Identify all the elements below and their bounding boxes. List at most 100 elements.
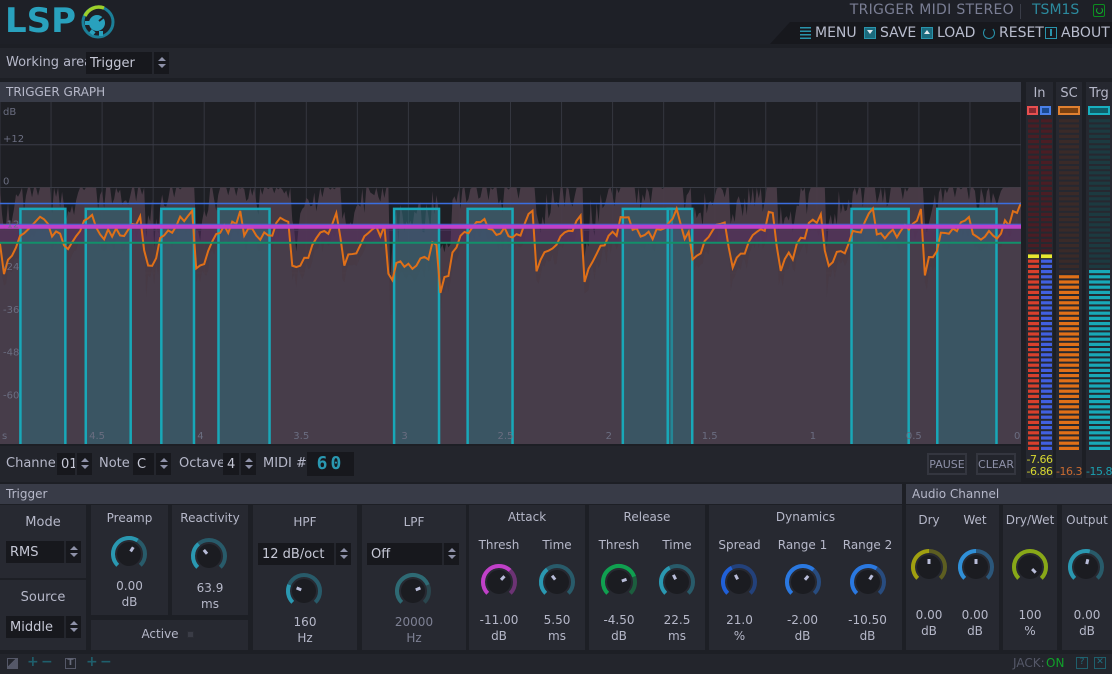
channel-select[interactable]: 01 (57, 453, 92, 475)
meter-segment (1089, 280, 1110, 284)
drywet-knob[interactable] (1011, 548, 1049, 586)
meter-segment (1059, 134, 1079, 138)
input-left-channel-button[interactable] (1027, 106, 1038, 115)
hpf-slope-select[interactable]: 12 dB/oct (258, 543, 351, 565)
font-decrease-icon[interactable]: − (100, 654, 112, 670)
knob-pointer (621, 577, 628, 583)
spin-arrows-icon[interactable] (152, 52, 169, 74)
input-right-channel-button[interactable] (1040, 106, 1051, 115)
clear-button[interactable]: CLEAR (976, 453, 1016, 475)
knob-body (401, 579, 425, 603)
attack-time-knob[interactable] (538, 563, 576, 601)
meter-segment (1089, 119, 1110, 123)
help-icon[interactable]: ? (1076, 657, 1088, 669)
release-time-knob[interactable] (658, 563, 696, 601)
note-select[interactable]: C (133, 453, 171, 475)
meter-segment (1059, 394, 1079, 398)
dry-knob[interactable] (910, 548, 948, 586)
meter-segment (1059, 129, 1079, 133)
lpf-slope-select[interactable]: Off (367, 543, 459, 565)
meter-segment (1028, 119, 1039, 123)
sidechain-meter-button[interactable] (1058, 106, 1080, 115)
attack-thresh-knob[interactable] (480, 563, 518, 601)
meter-segment (1041, 119, 1052, 123)
window-size-icon[interactable] (7, 658, 18, 669)
y-axis-label: 0 (3, 177, 9, 188)
meter-segment (1059, 244, 1079, 248)
font-increase-icon[interactable]: + (86, 654, 98, 670)
lpf-frequency-knob[interactable] (394, 572, 432, 610)
about-button[interactable]: ABOUT (1045, 24, 1110, 42)
load-icon (921, 27, 933, 39)
range2-knob[interactable] (849, 563, 887, 601)
meter-segment (1059, 420, 1079, 424)
load-button[interactable]: LOAD (921, 24, 975, 42)
meter-segment (1041, 379, 1052, 383)
trigger-graph[interactable]: dB +12 0 -12 -24 -36 -48 -60 s 4.5 4 3.5 3 2.5 2 1.5 1 0.… (0, 102, 1021, 444)
meter-segment (1059, 290, 1079, 294)
meter-segment (1089, 296, 1110, 300)
meter-segment (1041, 197, 1052, 201)
sidechain-meter-label: SC (1060, 86, 1078, 101)
knob-dial (1012, 549, 1048, 580)
meter-segment (1089, 150, 1110, 154)
trigger-meter-label: Trg (1089, 86, 1109, 101)
meter-segment (1089, 145, 1110, 149)
spin-arrows-icon[interactable] (64, 541, 81, 563)
spread-knob[interactable] (720, 563, 758, 601)
font-size-icon[interactable]: T (65, 658, 76, 669)
spin-arrows-icon[interactable] (64, 616, 81, 638)
working-area-label: Working area (6, 55, 93, 70)
x-axis-label: 2.5 (498, 431, 514, 442)
zoom-in-icon[interactable]: + (27, 654, 39, 670)
menu-button[interactable]: MENU (800, 24, 857, 42)
midi-number-display: 60 (307, 452, 354, 476)
meter-segment (1028, 207, 1039, 211)
source-select[interactable]: Middle (6, 616, 81, 638)
reset-button[interactable]: RESET (983, 24, 1044, 42)
output-knob[interactable] (1067, 548, 1105, 586)
knob-pointer (415, 586, 421, 592)
lsp-trigger-midi-stereo-window: LSP TRIGGER MIDI STEREO TSM1S MENU SAVE … (0, 0, 1112, 674)
spin-arrows-icon[interactable] (154, 453, 171, 475)
x-axis-label: 0.5 (906, 431, 922, 442)
hpf-frequency-knob[interactable] (285, 572, 323, 610)
mode-select[interactable]: RMS (6, 541, 81, 563)
lpf-value: 20000 Hz (394, 615, 434, 645)
working-area-select[interactable]: Trigger (86, 52, 169, 74)
meter-segment (1028, 374, 1039, 378)
wet-knob[interactable] (957, 548, 995, 586)
save-icon (864, 27, 876, 39)
zoom-out-icon[interactable]: − (41, 654, 53, 670)
knob-dial (191, 538, 227, 569)
release-thresh-knob[interactable] (600, 563, 638, 601)
spin-arrows-icon[interactable] (442, 543, 459, 565)
meter-segment (1059, 296, 1079, 300)
meter-segment (1028, 140, 1039, 144)
preamp-knob[interactable] (110, 535, 148, 573)
fullscreen-icon[interactable]: ✕ (1094, 657, 1106, 669)
lpf-slope-value: Off (371, 546, 391, 562)
jack-status: ON (1046, 656, 1065, 670)
header-bar: LSP TRIGGER MIDI STEREO TSM1S MENU SAVE … (0, 0, 1112, 44)
input-right-value: -6.86 (1026, 465, 1053, 478)
meter-segment (1059, 436, 1079, 440)
octave-label: Octave (179, 456, 226, 471)
spin-arrows-icon[interactable] (334, 543, 351, 565)
meter-segment (1041, 285, 1052, 289)
y-axis-label: -12 (3, 219, 19, 230)
meter-segment (1089, 405, 1110, 409)
save-button[interactable]: SAVE (864, 24, 916, 42)
release-time-label: Time (662, 538, 692, 552)
active-indicator (187, 631, 194, 638)
spin-arrows-icon[interactable] (239, 453, 256, 475)
power-icon[interactable] (1093, 4, 1105, 17)
x-axis-label: 3.5 (293, 431, 309, 442)
pause-button[interactable]: PAUSE (927, 453, 967, 475)
reactivity-knob[interactable] (190, 537, 228, 575)
range1-knob[interactable] (784, 563, 822, 601)
octave-select[interactable]: 4 (223, 453, 256, 475)
meter-segment (1059, 264, 1079, 268)
trigger-meter-button[interactable] (1088, 106, 1110, 115)
spin-arrows-icon[interactable] (75, 453, 92, 475)
